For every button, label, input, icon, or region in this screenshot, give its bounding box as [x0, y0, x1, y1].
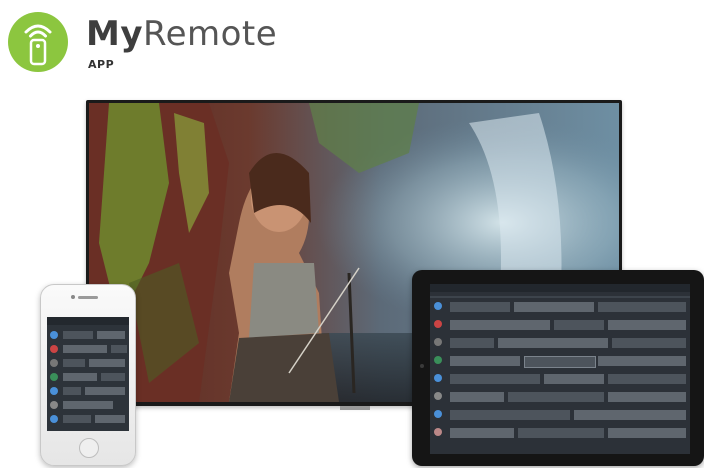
channel-logo-icon	[50, 331, 58, 339]
epg-cell[interactable]	[524, 356, 596, 368]
remote-wifi-icon	[24, 24, 52, 66]
channel-logo-icon	[50, 401, 58, 409]
epg-cell[interactable]	[544, 374, 604, 384]
channel-logo-icon	[434, 392, 442, 400]
tablet-device	[412, 270, 704, 466]
brand-name-bold: My	[86, 14, 143, 54]
tablet-screen	[430, 284, 690, 454]
channel-logo-icon	[434, 428, 442, 436]
epg-cell[interactable]	[450, 374, 540, 384]
epg-cell[interactable]	[63, 401, 113, 409]
epg-cell[interactable]	[111, 345, 127, 353]
epg-cell[interactable]	[450, 320, 550, 330]
channel-logo-icon	[434, 338, 442, 346]
epg-cell[interactable]	[97, 331, 125, 339]
epg-cell[interactable]	[89, 359, 125, 367]
epg-cell[interactable]	[508, 392, 604, 402]
channel-logo-icon	[434, 320, 442, 328]
epg-cell[interactable]	[612, 338, 686, 348]
epg-cell[interactable]	[63, 331, 93, 339]
channel-logo-icon	[50, 373, 58, 381]
brand-name: MyRemote	[86, 14, 277, 54]
promo-page: MyRemote APP	[0, 0, 704, 468]
epg-cell[interactable]	[514, 302, 594, 312]
channel-logo-icon	[50, 415, 58, 423]
camera-icon	[71, 295, 75, 299]
epg-cell[interactable]	[608, 320, 686, 330]
channel-logo-icon	[434, 410, 442, 418]
epg-cell[interactable]	[598, 302, 686, 312]
channel-logo-icon	[434, 356, 442, 364]
channel-logo-icon	[50, 345, 58, 353]
epg-cell[interactable]	[554, 320, 604, 330]
epg-cell[interactable]	[85, 387, 125, 395]
channel-logo-icon	[50, 387, 58, 395]
brand-subtitle: APP	[88, 58, 115, 71]
app-logo	[8, 12, 68, 72]
epg-cell[interactable]	[450, 302, 510, 312]
epg-cell[interactable]	[574, 410, 686, 420]
channel-logo-icon	[434, 374, 442, 382]
epg-cell[interactable]	[498, 338, 608, 348]
home-button[interactable]	[79, 438, 99, 458]
epg-cell[interactable]	[518, 428, 604, 438]
epg-cell[interactable]	[608, 428, 686, 438]
epg-cell[interactable]	[450, 392, 504, 402]
epg-cell[interactable]	[450, 338, 494, 348]
epg-cell[interactable]	[450, 356, 520, 366]
epg-cell[interactable]	[63, 415, 91, 423]
brand-name-light: Remote	[143, 14, 278, 54]
epg-cell[interactable]	[450, 428, 514, 438]
epg-cell[interactable]	[101, 373, 125, 381]
epg-cell[interactable]	[608, 392, 686, 402]
epg-cell[interactable]	[63, 373, 97, 381]
epg-cell[interactable]	[63, 345, 107, 353]
epg-cell[interactable]	[450, 410, 570, 420]
camera-icon	[420, 364, 424, 368]
epg-cell[interactable]	[95, 415, 125, 423]
tv-stand	[340, 406, 370, 410]
channel-logo-icon	[50, 359, 58, 367]
phone-screen	[47, 317, 129, 431]
epg-cell[interactable]	[608, 374, 686, 384]
phone-device	[40, 284, 136, 466]
epg-cell[interactable]	[63, 387, 81, 395]
epg-cell[interactable]	[598, 356, 686, 366]
epg-cell[interactable]	[63, 359, 85, 367]
channel-logo-icon	[434, 302, 442, 310]
speaker-icon	[78, 296, 98, 299]
